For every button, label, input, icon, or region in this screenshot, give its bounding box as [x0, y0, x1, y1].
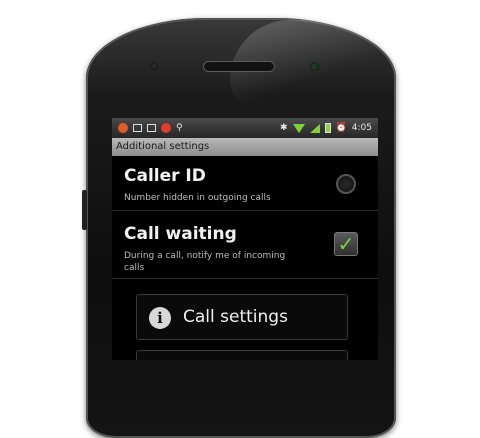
app-notification-icon	[118, 123, 128, 133]
phone-screen: ⚲ ✱ ⏰ 4:05 Additional settings Caller ID…	[112, 118, 378, 360]
caller-id-setting[interactable]: Caller ID Number hidden in outgoing call…	[112, 156, 378, 211]
call-waiting-setting[interactable]: Call waiting During a call, notify me of…	[112, 210, 378, 279]
wifi-icon	[292, 123, 305, 133]
caller-id-selector[interactable]	[336, 174, 356, 194]
alarm-icon: ⏰	[335, 123, 347, 133]
status-bar: ⚲ ✱ ⏰ 4:05	[112, 118, 378, 138]
volume-button[interactable]	[82, 190, 87, 230]
notification-icons: ⚲	[118, 123, 183, 133]
next-settings-button[interactable]	[136, 350, 348, 360]
info-icon: i	[149, 307, 171, 329]
missed-call-icon	[161, 123, 171, 133]
caller-id-summary: Number hidden in outgoing calls	[124, 193, 271, 203]
clock-time: 4:05	[351, 123, 372, 133]
screen-title: Additional settings	[112, 138, 378, 156]
call-waiting-title: Call waiting	[124, 224, 237, 244]
signal-icon	[309, 123, 320, 133]
call-waiting-summary: During a call, notify me of incoming cal…	[124, 251, 286, 273]
front-sensor	[150, 62, 158, 70]
call-waiting-checkbox[interactable]: ✓	[334, 232, 358, 256]
front-camera	[310, 62, 319, 71]
photo-icon	[133, 124, 142, 132]
call-settings-button[interactable]: i Call settings	[136, 294, 348, 340]
caller-id-title: Caller ID	[124, 166, 206, 186]
battery-icon	[324, 123, 331, 133]
bluetooth-icon: ✱	[280, 123, 288, 133]
usb-icon: ⚲	[176, 123, 183, 133]
call-settings-label: Call settings	[183, 307, 288, 327]
system-icons: ✱ ⏰ 4:05	[280, 123, 372, 133]
earpiece-speaker	[204, 62, 274, 71]
checkmark-icon: ✓	[337, 232, 355, 256]
image-icon	[147, 124, 156, 132]
